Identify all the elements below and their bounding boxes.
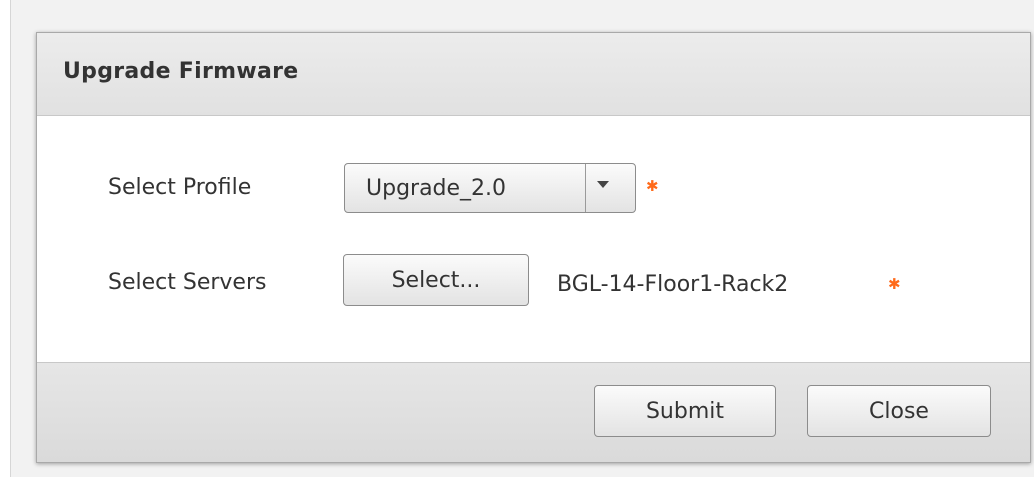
upgrade-firmware-dialog: Upgrade Firmware Select Profile Upgrade_… bbox=[36, 32, 1031, 463]
required-asterisk-icon: ✱ bbox=[888, 275, 901, 293]
close-button[interactable]: Close bbox=[807, 385, 991, 437]
submit-button[interactable]: Submit bbox=[594, 385, 776, 437]
selected-servers-value: BGL-14-Floor1-Rack2 bbox=[557, 272, 789, 297]
required-asterisk-icon: ✱ bbox=[646, 177, 659, 195]
select-servers-label: Select Servers bbox=[108, 270, 267, 295]
dialog-footer: Submit Close bbox=[37, 362, 1030, 462]
chevron-down-icon[interactable] bbox=[597, 181, 609, 188]
select-servers-button[interactable]: Select... bbox=[343, 254, 529, 306]
background-panel bbox=[0, 0, 11, 477]
select-profile-label: Select Profile bbox=[108, 175, 252, 200]
profile-select[interactable]: Upgrade_2.0 bbox=[344, 163, 636, 213]
dialog-title: Upgrade Firmware bbox=[63, 59, 299, 84]
select-divider bbox=[585, 164, 586, 212]
profile-selected-value: Upgrade_2.0 bbox=[366, 176, 507, 201]
dialog-header: Upgrade Firmware bbox=[37, 33, 1030, 116]
